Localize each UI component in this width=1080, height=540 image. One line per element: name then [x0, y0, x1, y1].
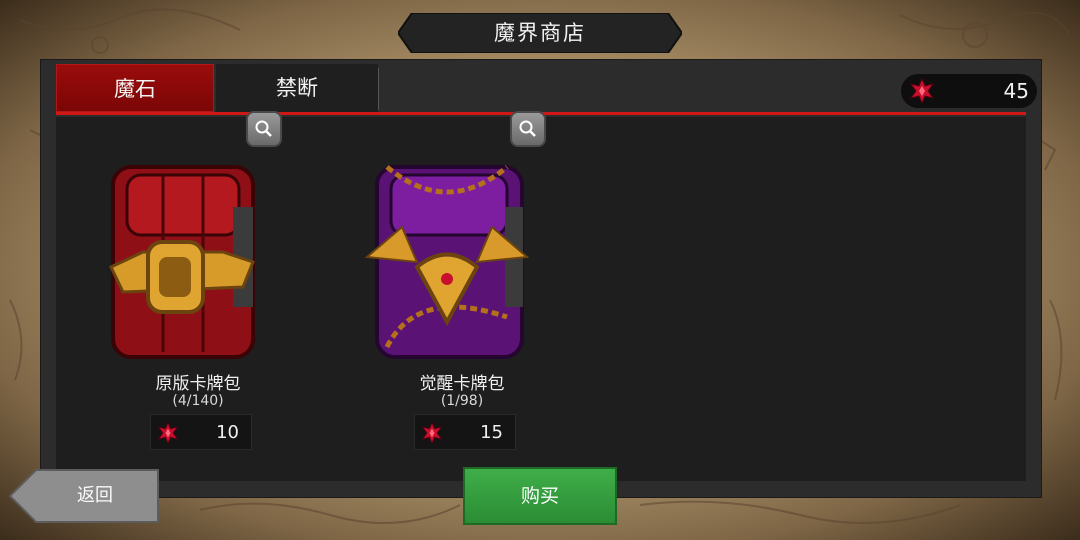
shop-title: 魔界商店	[494, 21, 586, 45]
item-name: 原版卡牌包	[155, 374, 241, 394]
currency-display: 45	[901, 74, 1037, 108]
purple-chained-chest-image	[364, 165, 530, 359]
price-value: 10	[216, 422, 239, 443]
currency-amount: 45	[1003, 79, 1029, 103]
item-price: 10	[150, 414, 252, 450]
buy-label: 购买	[520, 485, 559, 507]
tab-forbidden[interactable]: 禁断	[216, 64, 378, 112]
tab-divider	[378, 68, 379, 110]
zoom-button[interactable]	[510, 111, 546, 147]
item-collection-count: (1/98)	[440, 393, 484, 409]
shop-item-original-pack[interactable]: 原版卡牌包 (4/140) 10	[93, 111, 293, 497]
item-name: 觉醒卡牌包	[419, 374, 505, 394]
back-button[interactable]: 返回	[8, 468, 160, 524]
back-label: 返回	[77, 485, 113, 506]
red-chest-image	[108, 165, 255, 359]
shop-title-banner: 魔界商店	[398, 13, 682, 53]
tab-bar: 魔石 禁断 45	[56, 64, 1041, 112]
price-value: 15	[480, 422, 503, 443]
magnifier-icon	[519, 120, 536, 137]
item-collection-count: (4/140)	[172, 393, 224, 409]
red-gem-icon	[909, 78, 935, 104]
shop-panel: 魔石 禁断 45 原版卡牌包 (4/140) 10 觉醒卡牌包 (1/98) 1…	[40, 59, 1042, 498]
red-gem-icon	[157, 422, 179, 444]
buy-button[interactable]: 购买	[463, 467, 617, 525]
item-price: 15	[414, 414, 516, 450]
shop-item-awakened-pack[interactable]: 觉醒卡牌包 (1/98) 15	[357, 111, 557, 497]
red-gem-icon	[421, 422, 443, 444]
magnifier-icon	[255, 120, 272, 137]
zoom-button[interactable]	[246, 111, 282, 147]
item-grid: 原版卡牌包 (4/140) 10 觉醒卡牌包 (1/98) 15	[56, 111, 1026, 481]
tab-magic-stone[interactable]: 魔石	[56, 64, 214, 112]
